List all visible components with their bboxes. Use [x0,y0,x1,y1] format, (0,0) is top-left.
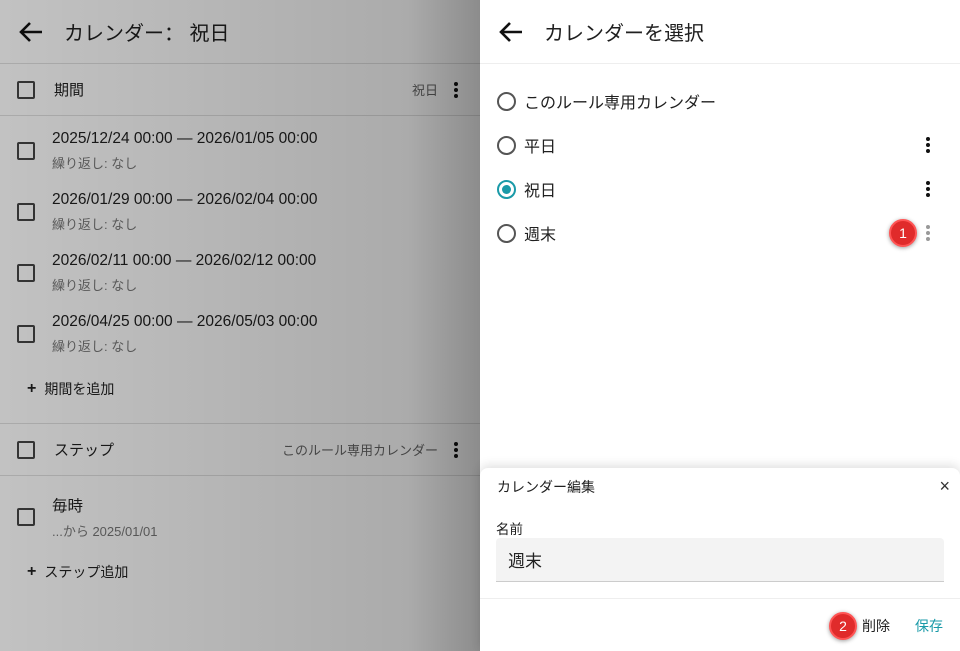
period-checkbox[interactable] [17,202,35,221]
period-repeat: 繰り返し: なし [52,277,138,293]
radio-button[interactable] [497,179,516,199]
calendar-option-label: このルール専用カレンダー [524,95,717,112]
step-checkbox[interactable] [17,507,35,526]
step-section-calendar: このルール専用カレンダー [281,443,438,458]
calendar-option-label: 祝日 [524,183,557,200]
period-select-all-checkbox[interactable] [17,80,35,99]
annotation-badge-1: 1 [889,219,917,247]
name-input[interactable] [496,538,944,582]
period-item[interactable]: 2026/01/29 00:00 — 2026/02/04 00:00 繰り返し:… [0,181,480,242]
calendar-option[interactable]: このルール専用カレンダー [480,79,960,123]
back-arrow-icon[interactable] [498,18,526,46]
step-section-label: ステップ [54,442,115,459]
radio-button[interactable] [497,223,516,243]
more-vert-icon[interactable] [454,441,458,458]
period-item[interactable]: 2025/12/24 00:00 — 2026/01/05 00:00 繰り返し:… [0,120,480,181]
period-checkbox[interactable] [17,263,35,282]
calendar-option-label: 平日 [524,139,557,156]
period-range: 2026/04/25 00:00 — 2026/05/03 00:00 [52,312,318,330]
calendar-detail-panel: カレンダー： 祝日 期間 祝日 2025/12/24 00:00 — 2026/… [0,0,480,651]
more-vert-icon[interactable] [926,181,930,197]
add-period-button[interactable]: + 期間を追加 [0,364,480,414]
step-sub: ...から 2025/01/01 [52,523,158,539]
annotation-badge-2: 2 [829,612,857,640]
radio-button[interactable] [497,135,516,155]
panel-title: カレンダーを選択 [544,23,704,45]
more-vert-icon[interactable] [454,81,458,98]
period-repeat: 繰り返し: なし [52,155,138,171]
delete-button[interactable]: 削除 [862,616,890,636]
period-repeat: 繰り返し: なし [52,216,138,232]
period-repeat: 繰り返し: なし [52,338,138,354]
step-title: 毎時 [52,497,84,515]
add-period-label: 期間を追加 [44,381,115,397]
more-vert-icon[interactable] [926,225,930,241]
calendar-edit-sheet: カレンダー編集 × 名前 2 削除 保存 [480,468,960,651]
plus-icon: + [27,563,37,580]
calendar-option[interactable]: 週末 1 [480,211,960,255]
add-step-label: ステップ追加 [44,564,129,580]
step-section-header: ステップ このルール専用カレンダー [0,424,480,476]
period-section-calendar: 祝日 [411,83,438,98]
period-range: 2026/01/29 00:00 — 2026/02/04 00:00 [52,190,318,208]
sheet-title: カレンダー編集 [497,479,595,495]
page-title: カレンダー： 祝日 [64,23,230,45]
step-select-all-checkbox[interactable] [17,440,35,459]
name-label: 名前 [496,522,523,537]
calendar-option[interactable]: 平日 [480,123,960,167]
period-checkbox[interactable] [17,141,35,160]
step-item[interactable]: 毎時 ...から 2025/01/01 [0,486,480,547]
plus-icon: + [27,380,37,397]
radio-button[interactable] [497,91,516,111]
period-section-header: 期間 祝日 [0,64,480,116]
period-item[interactable]: 2026/02/11 00:00 — 2026/02/12 00:00 繰り返し:… [0,242,480,303]
divider [480,598,960,599]
period-item[interactable]: 2026/04/25 00:00 — 2026/05/03 00:00 繰り返し:… [0,303,480,364]
calendar-option[interactable]: 祝日 [480,167,960,211]
more-vert-icon[interactable] [926,137,930,153]
save-button[interactable]: 保存 [915,616,943,636]
period-range: 2025/12/24 00:00 — 2026/01/05 00:00 [52,129,318,147]
close-icon[interactable]: × [939,476,950,497]
add-step-button[interactable]: + ステップ追加 [0,547,480,597]
period-range: 2026/02/11 00:00 — 2026/02/12 00:00 [52,251,317,269]
period-checkbox[interactable] [17,324,35,343]
back-arrow-icon[interactable] [18,18,46,46]
calendar-option-label: 週末 [524,227,557,244]
period-section-label: 期間 [54,82,85,99]
